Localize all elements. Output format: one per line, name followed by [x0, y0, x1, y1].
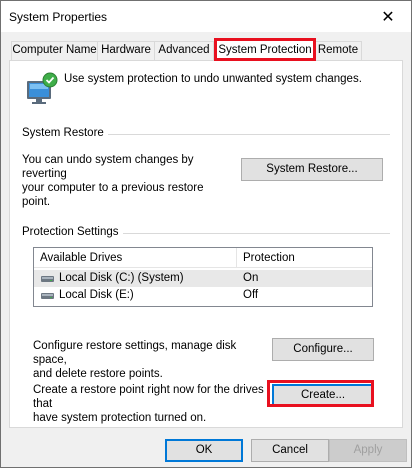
column-header-protection[interactable]: Protection — [237, 248, 373, 268]
disk-drive-icon — [41, 293, 54, 299]
computer-protection-icon — [27, 72, 58, 104]
title-bar: System Properties ✕ — [1, 1, 411, 32]
protection-settings-label: Protection Settings — [22, 226, 123, 238]
column-header-available-drives[interactable]: Available Drives — [34, 248, 236, 268]
tab-computer-name[interactable]: Computer Name — [11, 41, 98, 60]
create-description-line1: Create a restore point right now for the… — [33, 384, 264, 410]
apply-button[interactable]: Apply — [329, 439, 407, 462]
create-description: Create a restore point right now for the… — [33, 383, 278, 425]
drive-row-e[interactable]: Local Disk (E:) Off — [34, 287, 372, 304]
tab-advanced[interactable]: Advanced — [154, 41, 214, 60]
drive-name: Local Disk (C:) (System) — [59, 272, 184, 284]
system-protection-panel: Use system protection to undo unwanted s… — [9, 60, 403, 428]
system-restore-label: System Restore — [22, 127, 108, 139]
drive-name: Local Disk (E:) — [59, 289, 134, 301]
system-restore-description-line2: your computer to a previous restore poin… — [22, 182, 204, 208]
system-restore-description: You can undo system changes by reverting… — [22, 153, 232, 209]
drive-row-c[interactable]: Local Disk (C:) (System) On — [34, 270, 372, 287]
available-drives-list[interactable]: Available Drives Protection Local Disk (… — [33, 247, 373, 307]
disk-drive-icon — [41, 276, 54, 282]
window-title: System Properties — [9, 10, 108, 24]
configure-description-line1: Configure restore settings, manage disk … — [33, 340, 237, 366]
close-icon[interactable]: ✕ — [365, 1, 411, 32]
configure-description: Configure restore settings, manage disk … — [33, 339, 263, 381]
tab-remote[interactable]: Remote — [314, 41, 362, 60]
tab-hardware[interactable]: Hardware — [97, 41, 155, 60]
cancel-button[interactable]: Cancel — [251, 439, 329, 462]
system-restore-button[interactable]: System Restore... — [241, 158, 383, 181]
configure-description-line2: and delete restore points. — [33, 368, 163, 380]
configure-button[interactable]: Configure... — [272, 338, 374, 361]
list-header: Available Drives Protection — [34, 248, 372, 268]
create-button[interactable]: Create... — [272, 384, 374, 407]
tab-system-protection[interactable]: System Protection — [216, 39, 314, 61]
system-restore-description-line1: You can undo system changes by reverting — [22, 154, 194, 180]
create-description-line2: have system protection turned on. — [33, 412, 207, 424]
drive-protection-status: On — [243, 272, 259, 284]
ok-button[interactable]: OK — [165, 439, 243, 462]
system-properties-window: System Properties ✕ Computer Name Hardwa… — [0, 0, 412, 468]
drive-protection-status: Off — [243, 289, 259, 301]
intro-text: Use system protection to undo unwanted s… — [64, 73, 362, 85]
